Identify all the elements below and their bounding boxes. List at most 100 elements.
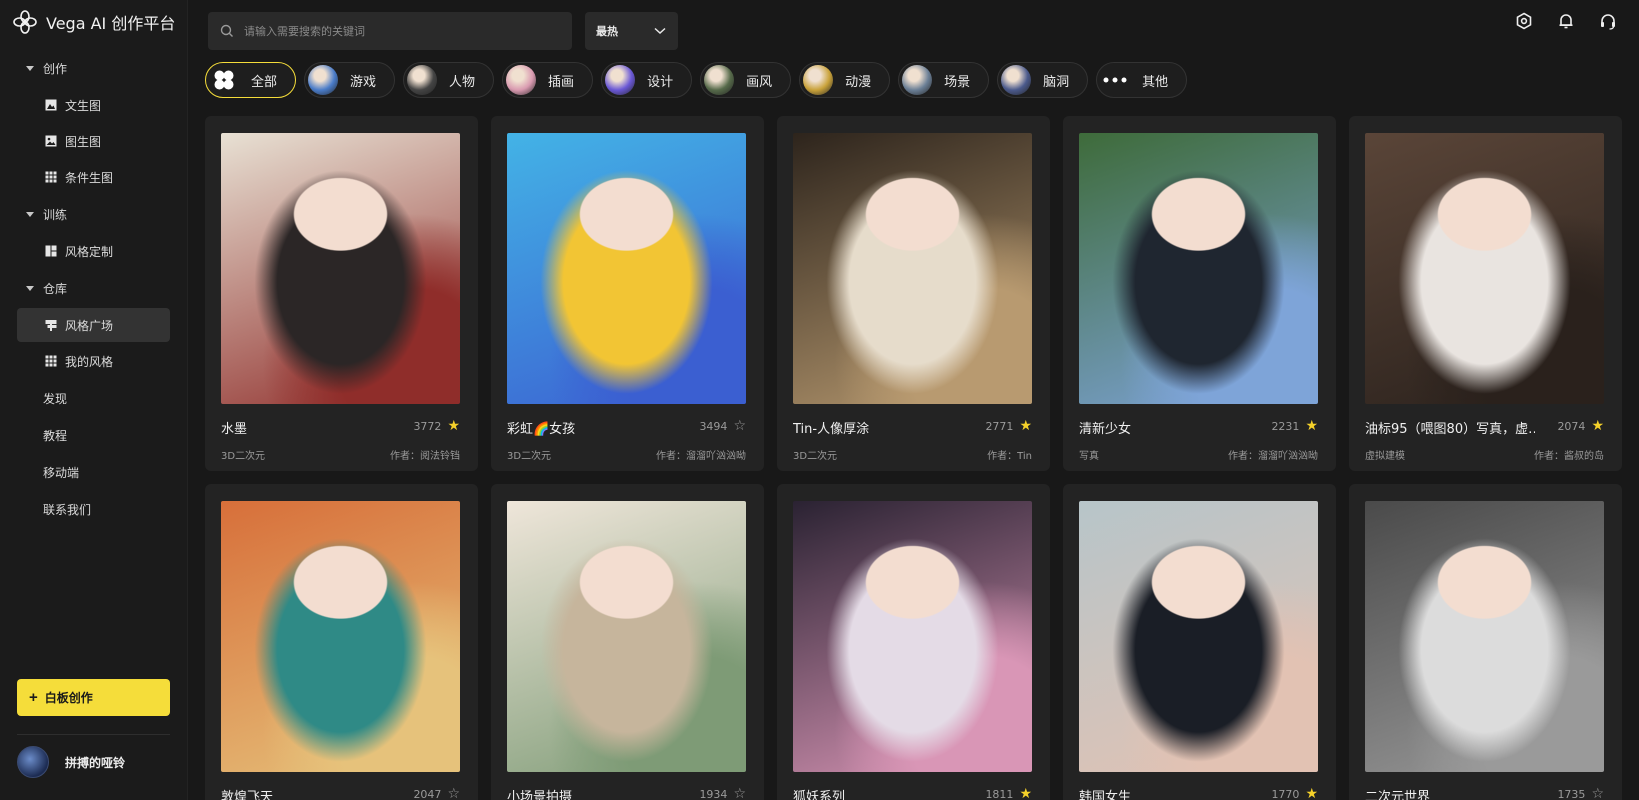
style-title: 彩虹🌈女孩: [507, 422, 576, 437]
style-title: Tin-人像厚涂: [793, 422, 870, 437]
sidebar-link-contact[interactable]: 联系我们: [0, 491, 188, 528]
style-card[interactable]: 敦煌飞天 2047 ☆: [205, 484, 478, 800]
style-card[interactable]: 狐妖系列 1811 ★: [777, 484, 1050, 800]
search-input[interactable]: [244, 24, 544, 38]
style-preview-image[interactable]: [1079, 501, 1318, 772]
sidebar-link-mobile[interactable]: 移动端: [0, 454, 188, 491]
user-profile[interactable]: 拼搏的哑铃: [17, 746, 125, 778]
hexagon-settings-icon[interactable]: [1513, 10, 1535, 32]
sidebar-item-my-style[interactable]: 我的风格: [0, 344, 188, 378]
style-card[interactable]: 彩虹🌈女孩 3494 ☆ 3D二次元 作者：溜溜吖汹汹呦: [491, 116, 764, 471]
nav-group-train-header[interactable]: 训练: [0, 196, 188, 232]
style-card[interactable]: 清新少女 2231 ★ 写真 作者：溜溜吖汹汹呦: [1063, 116, 1336, 471]
style-title: 小场景拍摄: [507, 790, 573, 800]
style-preview-image[interactable]: [793, 133, 1032, 404]
style-title: 韩国女生: [1079, 790, 1132, 800]
style-card[interactable]: 韩国女生 1770 ★: [1063, 484, 1336, 800]
sort-selected-value: 最热: [596, 25, 618, 38]
star-icon[interactable]: ★: [1019, 787, 1032, 800]
star-icon[interactable]: ★: [1305, 419, 1318, 433]
style-tag: 虚拟建模: [1365, 451, 1405, 462]
category-label: 设计: [647, 74, 674, 90]
category-thumbnail: [902, 65, 933, 95]
sidebar-link-discover[interactable]: 发现: [0, 380, 188, 417]
sidebar-link-tutorial[interactable]: 教程: [0, 417, 188, 454]
caret-down-icon: [26, 211, 34, 217]
like-count: 1770 ★: [1271, 787, 1318, 800]
plus-icon: +: [29, 689, 38, 706]
tab-category-2[interactable]: 人物: [403, 62, 495, 98]
layout-icon: [45, 245, 57, 257]
sidebar-item-style-custom[interactable]: 风格定制: [0, 234, 188, 268]
category-label: 动漫: [845, 74, 872, 90]
sidebar-item-text-to-image[interactable]: 文生图: [0, 88, 188, 122]
more-dots-icon: [1100, 65, 1130, 95]
category-label: 画风: [746, 74, 773, 90]
style-preview-image[interactable]: [221, 133, 460, 404]
like-number: 2047: [413, 787, 442, 800]
style-tag: 写真: [1079, 451, 1099, 462]
like-number: 2771: [985, 419, 1014, 433]
star-icon[interactable]: ☆: [447, 787, 460, 800]
style-card[interactable]: 二次元世界 1735 ☆: [1349, 484, 1622, 800]
headset-icon[interactable]: [1597, 10, 1619, 32]
search-icon: [220, 24, 233, 37]
style-preview-image[interactable]: [793, 501, 1032, 772]
search-bar: [208, 12, 572, 50]
style-author: 作者：溜溜吖汹汹呦: [656, 451, 746, 462]
nav-group-repo: 仓库 风格广场 我的风格: [0, 270, 188, 378]
category-thumbnail: [605, 65, 636, 95]
star-icon[interactable]: ★: [1305, 787, 1318, 800]
sidebar-nav: 创作 文生图 图生图 条件生图 训练 风格定制 仓库 风格广场 我的风格 发现 …: [0, 50, 188, 528]
nav-group-repo-header[interactable]: 仓库: [0, 270, 188, 306]
style-preview-image[interactable]: [1079, 133, 1318, 404]
style-card[interactable]: 油标95（喂图80）写真，虚… 2074 ★ 虚拟建模 作者：酱叔的岛: [1349, 116, 1622, 471]
star-icon[interactable]: ☆: [733, 787, 746, 800]
top-icons: [1493, 10, 1619, 32]
whiteboard-label: 白板创作: [44, 691, 93, 705]
style-preview-image[interactable]: [1365, 501, 1604, 772]
tab-category-6[interactable]: 动漫: [799, 62, 891, 98]
style-card[interactable]: 水墨 3772 ★ 3D二次元 作者：阅法铃铛: [205, 116, 478, 471]
tab-category-9[interactable]: 其他: [1096, 62, 1188, 98]
brand[interactable]: Vega AI 创作平台: [12, 8, 175, 36]
tab-category-4[interactable]: 设计: [601, 62, 693, 98]
star-icon[interactable]: ★: [447, 419, 460, 433]
style-preview-image[interactable]: [221, 501, 460, 772]
category-thumbnail: [506, 65, 537, 95]
tab-category-5[interactable]: 画风: [700, 62, 792, 98]
chevron-down-icon: [654, 27, 666, 35]
sidebar-item-style-plaza[interactable]: 风格广场: [17, 308, 170, 342]
like-number: 1811: [985, 787, 1014, 800]
style-title: 狐妖系列: [793, 790, 846, 800]
sidebar-item-image-to-image[interactable]: 图生图: [0, 124, 188, 158]
tab-category-0[interactable]: 全部: [205, 62, 297, 98]
like-count: 2074 ★: [1557, 419, 1604, 433]
star-icon[interactable]: ★: [1591, 419, 1604, 433]
tab-category-3[interactable]: 插画: [502, 62, 594, 98]
style-preview-image[interactable]: [507, 501, 746, 772]
flower-logo-icon: [13, 10, 37, 34]
category-label: 脑洞: [1043, 74, 1070, 90]
style-card[interactable]: Tin-人像厚涂 2771 ★ 3D二次元 作者：Tin: [777, 116, 1050, 471]
star-icon[interactable]: ☆: [1591, 787, 1604, 800]
bell-icon[interactable]: [1555, 10, 1577, 32]
style-card[interactable]: 小场景拍摄 1934 ☆: [491, 484, 764, 800]
app-title: Vega AI 创作平台: [46, 14, 176, 33]
star-icon[interactable]: ★: [1019, 419, 1032, 433]
tab-category-7[interactable]: 场景: [898, 62, 990, 98]
nav-group-create-header[interactable]: 创作: [0, 50, 188, 86]
nav-group-label: 仓库: [43, 281, 68, 296]
whiteboard-create-button[interactable]: + 白板创作: [17, 679, 170, 716]
sidebar-item-label: 风格定制: [65, 244, 114, 259]
like-count: 3494 ☆: [699, 419, 746, 433]
category-label: 游戏: [350, 74, 377, 90]
style-preview-image[interactable]: [507, 133, 746, 404]
star-icon[interactable]: ☆: [733, 419, 746, 433]
tab-category-8[interactable]: 脑洞: [997, 62, 1089, 98]
style-preview-image[interactable]: [1365, 133, 1604, 404]
tab-category-1[interactable]: 游戏: [304, 62, 396, 98]
category-tabs: 全部 游戏 人物 插画 设计 画风 动漫 场景 脑洞 其他: [205, 62, 1195, 98]
sidebar-item-conditional-image[interactable]: 条件生图: [0, 160, 188, 194]
sort-select[interactable]: 最热: [585, 12, 678, 50]
